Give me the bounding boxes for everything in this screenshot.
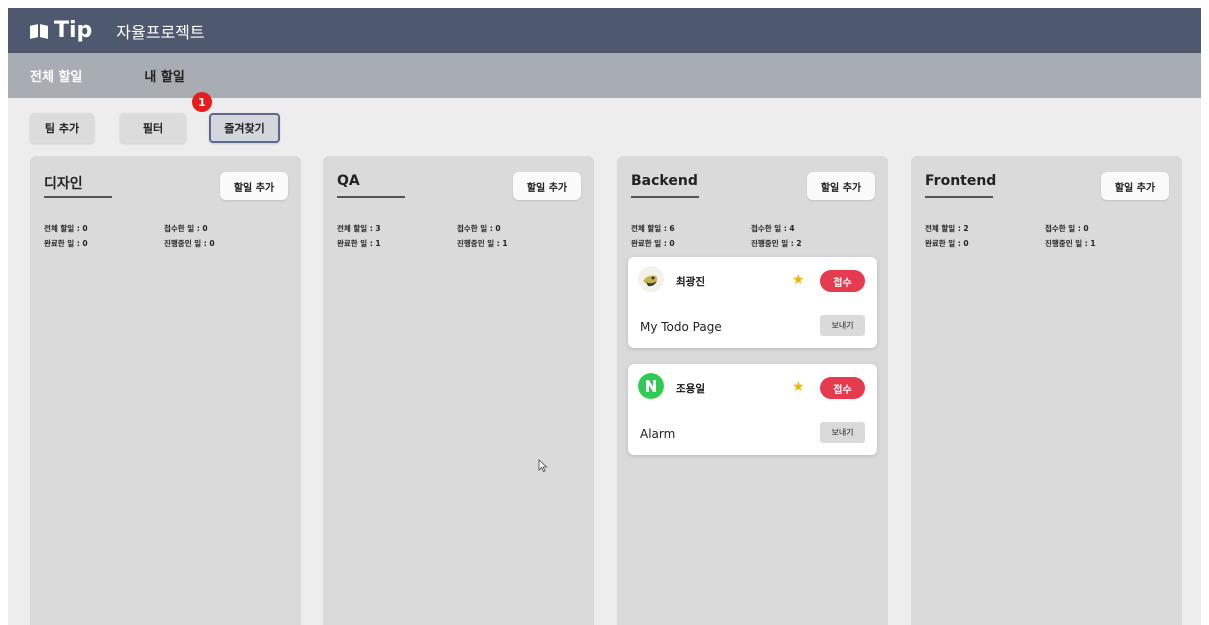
logo[interactable]: Tip	[30, 18, 92, 43]
todo-title: My Todo Page	[640, 320, 722, 334]
title-underline	[631, 196, 699, 198]
logo-text: Tip	[54, 18, 93, 43]
stat-in-progress: 진행중인 일 : 1	[457, 239, 508, 248]
tab-my-todos[interactable]: 내 할일	[144, 66, 184, 85]
mouse-cursor-icon	[538, 459, 548, 473]
title-underline	[337, 196, 405, 198]
stat-total: 전체 할일 : 3	[337, 224, 381, 233]
step-marker: 1	[192, 92, 212, 112]
column-title: QA	[337, 173, 360, 189]
stat-done: 완료한 일 : 0	[925, 239, 969, 248]
title-underline	[44, 196, 112, 198]
add-todo-button[interactable]: 할일 추가	[1101, 172, 1169, 200]
star-icon[interactable]: ★	[792, 379, 805, 395]
send-button[interactable]: 보내기	[820, 315, 865, 336]
team-column-design: 디자인 할일 추가 전체 할일 : 0 접수한 일 : 0 완료한 일 : 0 …	[30, 156, 301, 625]
team-column-qa: QA 할일 추가 전체 할일 : 3 접수한 일 : 0 완료한 일 : 1 진…	[323, 156, 594, 625]
stat-accepted: 접수한 일 : 0	[1045, 224, 1089, 233]
stat-accepted: 접수한 일 : 0	[164, 224, 208, 233]
bird-avatar-icon	[638, 266, 664, 292]
todo-title: Alarm	[640, 427, 676, 441]
send-button[interactable]: 보내기	[820, 422, 865, 443]
todo-card[interactable]: 조용일 ★ 접수 Alarm 보내기	[628, 364, 877, 455]
tab-all-todos[interactable]: 전체 할일	[30, 66, 82, 85]
team-column-frontend: Frontend 할일 추가 전체 할일 : 2 접수한 일 : 0 완료한 일…	[911, 156, 1182, 625]
stat-in-progress: 진행중인 일 : 0	[164, 239, 215, 248]
stat-in-progress: 진행중인 일 : 1	[1045, 239, 1096, 248]
stat-done: 완료한 일 : 0	[44, 239, 88, 248]
todo-card[interactable]: 최광진 ★ 접수 My Todo Page 보내기	[628, 257, 877, 348]
stat-total: 전체 할일 : 2	[925, 224, 969, 233]
add-todo-button[interactable]: 할일 추가	[807, 172, 875, 200]
column-title: Frontend	[925, 173, 997, 189]
assignee-name: 조용일	[676, 383, 705, 395]
book-icon	[30, 22, 50, 40]
top-bar: Tip 자율프로젝트	[8, 8, 1201, 53]
assignee-name: 최광진	[676, 276, 705, 288]
stat-total: 전체 할일 : 6	[631, 224, 675, 233]
add-team-button[interactable]: 팀 추가	[30, 113, 94, 143]
favorites-button[interactable]: 즐겨찾기	[209, 113, 280, 143]
stat-accepted: 접수한 일 : 0	[457, 224, 501, 233]
team-column-backend: Backend 할일 추가 전체 할일 : 6 접수한 일 : 4 완료한 일 …	[617, 156, 888, 625]
filter-button[interactable]: 필터	[120, 113, 186, 143]
nav-bar: 전체 할일 내 할일	[8, 53, 1201, 98]
star-icon[interactable]: ★	[792, 272, 805, 288]
app-window: Tip 자율프로젝트 전체 할일 내 할일 팀 추가 필터 즐겨찾기 1 디자인…	[8, 8, 1201, 625]
title-underline	[925, 196, 993, 198]
app-title: 자율프로젝트	[116, 22, 205, 42]
stat-in-progress: 진행중인 일 : 2	[751, 239, 802, 248]
column-title: Backend	[631, 173, 698, 189]
column-title: 디자인	[44, 176, 83, 192]
add-todo-button[interactable]: 할일 추가	[220, 172, 288, 200]
n-logo-avatar-icon	[638, 373, 664, 399]
status-badge[interactable]: 접수	[820, 270, 865, 292]
stat-accepted: 접수한 일 : 4	[751, 224, 795, 233]
add-todo-button[interactable]: 할일 추가	[513, 172, 581, 200]
stat-done: 완료한 일 : 1	[337, 239, 381, 248]
status-badge[interactable]: 접수	[820, 377, 865, 399]
stat-total: 전체 할일 : 0	[44, 224, 88, 233]
stat-done: 완료한 일 : 0	[631, 239, 675, 248]
